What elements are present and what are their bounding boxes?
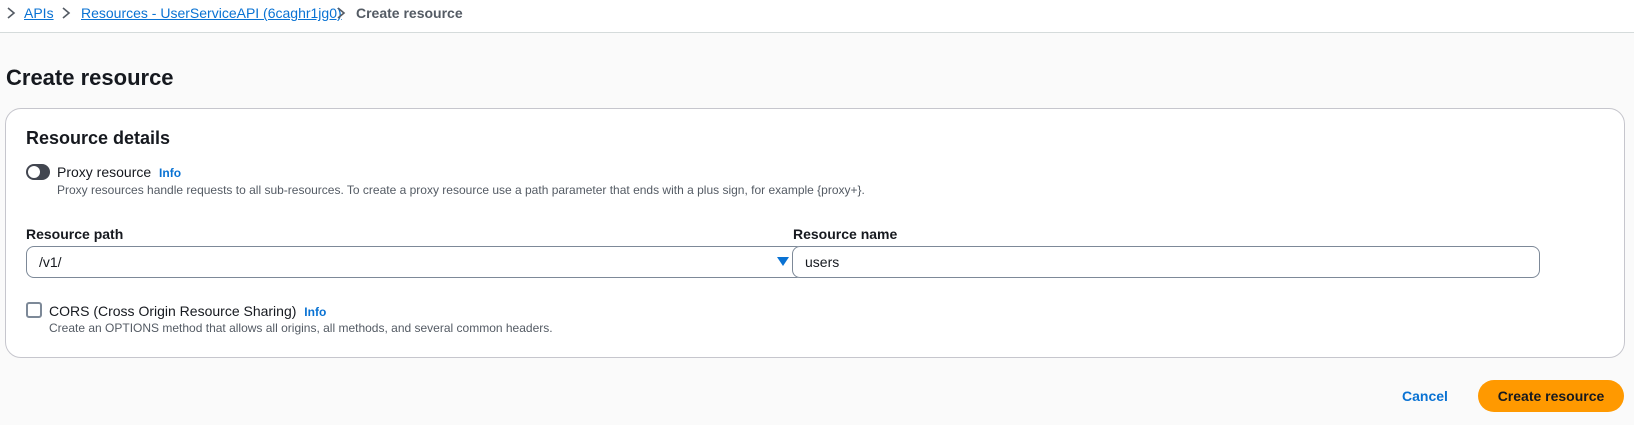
- breadcrumb-link-resources[interactable]: Resources - UserServiceAPI (6caghr1jg0): [81, 4, 342, 22]
- breadcrumb-current: Create resource: [356, 5, 463, 21]
- cors-label-row: CORS (Cross Origin Resource Sharing) Inf…: [49, 302, 326, 321]
- resource-path-select[interactable]: /v1/: [26, 246, 804, 278]
- proxy-resource-label-row: Proxy resource Info: [57, 163, 181, 182]
- cors-label: CORS (Cross Origin Resource Sharing): [49, 303, 297, 319]
- cors-checkbox[interactable]: [26, 302, 42, 318]
- chevron-right-icon: [62, 7, 71, 19]
- proxy-resource-label: Proxy resource: [57, 164, 152, 180]
- panel-title: Resource details: [26, 128, 171, 148]
- proxy-resource-toggle[interactable]: [26, 164, 50, 180]
- proxy-resource-description: Proxy resources handle requests to all s…: [57, 183, 865, 197]
- caret-down-icon: [777, 257, 789, 266]
- resource-path-label: Resource path: [26, 226, 124, 242]
- create-resource-button[interactable]: Create resource: [1478, 380, 1624, 412]
- proxy-info-link[interactable]: Info: [159, 166, 181, 180]
- resource-details-panel: Resource details Proxy resource Info Pro…: [5, 108, 1625, 358]
- chevron-right-icon: [7, 7, 16, 19]
- breadcrumb: APIs Resources - UserServiceAPI (6caghr1…: [0, 0, 1634, 33]
- cancel-button[interactable]: Cancel: [1390, 380, 1460, 412]
- resource-name-label: Resource name: [793, 226, 898, 242]
- resource-name-input[interactable]: users: [792, 246, 1540, 278]
- cors-info-link[interactable]: Info: [304, 305, 326, 319]
- cors-description: Create an OPTIONS method that allows all…: [49, 321, 553, 335]
- page-title: Create resource: [6, 65, 174, 90]
- breadcrumb-link-apis[interactable]: APIs: [24, 4, 54, 22]
- toggle-knob: [28, 166, 40, 178]
- resource-name-value: users: [805, 254, 840, 270]
- chevron-right-icon: [337, 7, 346, 19]
- resource-path-value: /v1/: [39, 254, 62, 270]
